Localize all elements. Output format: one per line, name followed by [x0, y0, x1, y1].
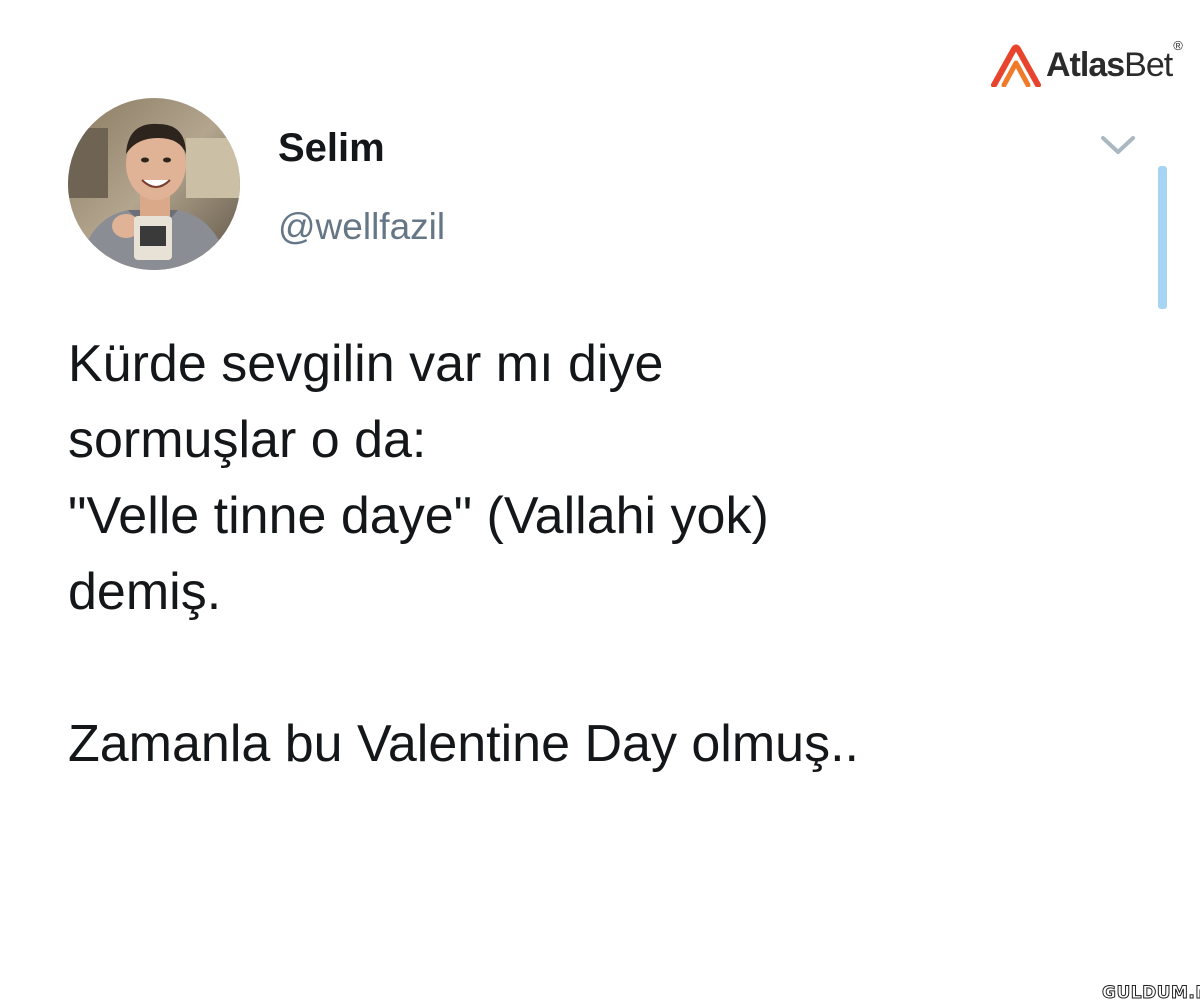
tweet-line: Kürde sevgilin var mı diye [68, 335, 664, 393]
tweet-menu-button[interactable] [1098, 130, 1138, 160]
brand-trademark: ® [1173, 37, 1183, 53]
scroll-indicator[interactable] [1158, 166, 1167, 309]
tweet-line: demiş. [68, 563, 222, 621]
atlasbet-wordmark: AtlasBet® [1046, 39, 1183, 84]
site-watermark: GULDUM.NET [1101, 983, 1200, 1004]
tweet-text: Kürde sevgilin var mı diye sormuşlar o d… [68, 326, 1148, 782]
user-handle[interactable]: @wellfazil [278, 204, 445, 250]
display-name[interactable]: Selim [278, 124, 385, 172]
tweet-closing-line: Zamanla bu Valentine Day olmuş.. [68, 715, 859, 773]
user-avatar-photo-icon [68, 98, 240, 270]
brand-name-strong: Atlas [1046, 46, 1125, 84]
atlasbet-logo-icon [991, 44, 1041, 87]
atlasbet-logo: AtlasBet® [990, 39, 1183, 90]
brand-name-light: Bet [1124, 46, 1173, 84]
tweet-line: sormuşlar o da: [68, 411, 427, 469]
tweet-line: "Velle tinne daye" (Vallahi yok) [68, 487, 769, 545]
user-avatar[interactable] [68, 98, 240, 270]
chevron-down-icon [1101, 136, 1135, 154]
